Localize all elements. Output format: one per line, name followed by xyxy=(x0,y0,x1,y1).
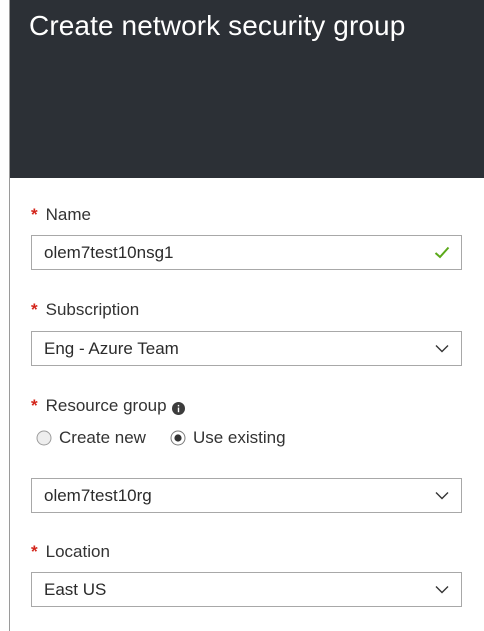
required-marker: * xyxy=(31,396,38,415)
subscription-value: Eng - Azure Team xyxy=(44,338,179,358)
name-input-value: olem7test10nsg1 xyxy=(44,242,174,262)
chevron-down-icon xyxy=(433,581,451,599)
use-existing-label: Use existing xyxy=(192,428,286,447)
resource-group-options: Create new Use existing xyxy=(36,428,286,448)
page-title: Create network security group xyxy=(29,10,406,41)
required-marker: * xyxy=(31,300,38,319)
name-label-text: Name xyxy=(45,205,91,224)
checkmark-icon xyxy=(433,244,451,262)
create-new-radio[interactable]: Create new xyxy=(36,428,146,448)
blade-header: Create network security group xyxy=(10,0,484,178)
resource-group-label: * Resource group xyxy=(31,396,185,416)
radio-unselected-icon xyxy=(36,430,52,446)
name-input[interactable]: olem7test10nsg1 xyxy=(31,235,462,270)
resource-group-value: olem7test10rg xyxy=(44,485,152,505)
resource-group-dropdown[interactable]: olem7test10rg xyxy=(31,478,462,513)
radio-selected-icon xyxy=(170,430,186,446)
create-nsg-blade: Create network security group * Name ole… xyxy=(0,0,484,631)
create-new-label: Create new xyxy=(59,428,146,447)
name-label: * Name xyxy=(31,205,91,225)
chevron-down-icon xyxy=(433,487,451,505)
location-label-text: Location xyxy=(45,542,110,561)
location-label: * Location xyxy=(31,542,110,562)
use-existing-radio[interactable]: Use existing xyxy=(170,428,286,448)
chevron-down-icon xyxy=(433,340,451,358)
info-icon[interactable] xyxy=(171,400,185,415)
subscription-label-text: Subscription xyxy=(45,300,140,319)
location-value: East US xyxy=(44,579,107,599)
required-marker: * xyxy=(31,542,38,561)
subscription-dropdown[interactable]: Eng - Azure Team xyxy=(31,331,462,366)
location-dropdown[interactable]: East US xyxy=(31,572,462,607)
required-marker: * xyxy=(31,205,38,224)
subscription-label: * Subscription xyxy=(31,300,139,320)
resource-group-label-text: Resource group xyxy=(45,396,167,415)
